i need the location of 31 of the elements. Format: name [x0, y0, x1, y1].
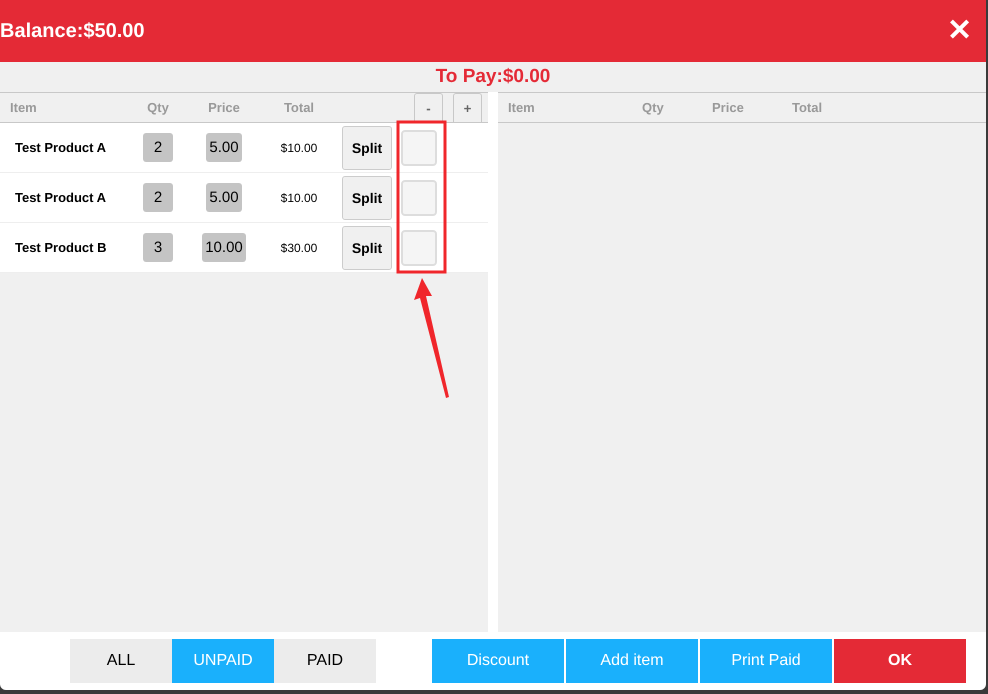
line-total: $10.00	[280, 140, 318, 154]
line-total: $10.00	[280, 190, 318, 204]
filter-tab[interactable]: ALL	[70, 639, 172, 683]
column-header: Item	[9, 100, 38, 115]
price-field[interactable]: 10.00	[202, 233, 246, 262]
column-header: Total	[791, 100, 824, 115]
to-pay-amount: To Pay:$0.00	[0, 62, 986, 92]
product-name: Test Product B	[14, 240, 108, 255]
column-header: Item	[507, 100, 536, 115]
price-field[interactable]: 5.00	[206, 183, 242, 212]
product-name: Test Product A	[14, 190, 108, 205]
qty-field[interactable]: 2	[143, 183, 173, 212]
column-header: Qty	[146, 100, 170, 115]
minus-button[interactable]: -	[414, 93, 443, 122]
ok-button[interactable]: OK	[834, 639, 966, 683]
price-field[interactable]: 5.00	[206, 133, 242, 162]
line-total: $30.00	[280, 240, 318, 254]
split-button[interactable]: Split	[342, 226, 392, 270]
column-header: Total	[282, 100, 316, 115]
close-button[interactable]: ✕	[947, 16, 972, 46]
filter-tab[interactable]: PAID	[274, 639, 376, 683]
qty-field[interactable]: 3	[143, 233, 173, 262]
column-header: Qty	[641, 100, 665, 115]
split-button[interactable]: Split	[342, 126, 392, 170]
balance-title: Balance:$50.00	[0, 20, 145, 42]
qty-field[interactable]: 2	[143, 133, 173, 162]
column-header: Price	[711, 100, 745, 115]
plus-button[interactable]: +	[453, 93, 482, 122]
split-button[interactable]: Split	[342, 176, 392, 220]
product-name: Test Product A	[14, 140, 108, 155]
column-header: Price	[207, 100, 241, 115]
